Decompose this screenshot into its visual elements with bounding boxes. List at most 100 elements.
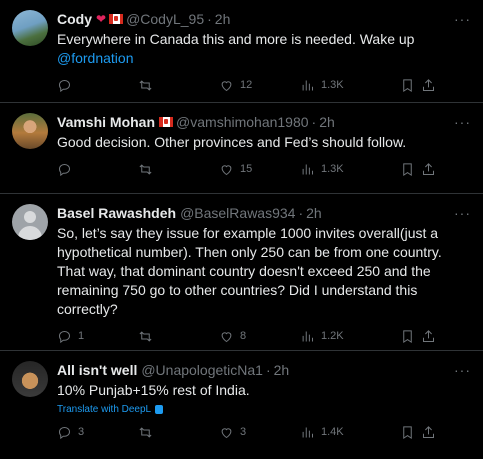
more-options-icon[interactable]: ··· bbox=[454, 11, 471, 27]
author-name[interactable]: Vamshi Mohan bbox=[57, 114, 155, 130]
share-button[interactable] bbox=[421, 162, 436, 177]
views-button[interactable]: 1.3K bbox=[300, 78, 400, 93]
reply-count: 3 bbox=[78, 426, 85, 438]
share-icon bbox=[423, 425, 434, 438]
reply-icon bbox=[58, 79, 71, 92]
bookmark-button[interactable] bbox=[400, 329, 421, 344]
author-handle[interactable]: @UnapologeticNa1 bbox=[141, 362, 263, 378]
avatar[interactable] bbox=[12, 361, 48, 397]
views-icon bbox=[302, 427, 313, 437]
like-icon bbox=[221, 164, 232, 175]
views-button[interactable]: 1.3K bbox=[300, 162, 400, 177]
reply-button[interactable]: 1 bbox=[57, 329, 138, 344]
share-icon bbox=[423, 329, 434, 342]
timestamp[interactable]: 2h bbox=[215, 11, 231, 27]
tweet-text: Good decision. Other provinces and Fed’s… bbox=[57, 134, 407, 150]
separator: · bbox=[311, 114, 317, 130]
retweet-icon bbox=[139, 426, 152, 438]
tweet-header: Cody ❤ @CodyL_95 · 2h bbox=[57, 10, 471, 28]
like-button[interactable]: 3 bbox=[219, 425, 300, 440]
bookmark-icon bbox=[403, 162, 412, 176]
share-icon bbox=[423, 162, 434, 175]
share-button[interactable] bbox=[421, 329, 436, 344]
views-button[interactable]: 1.4K bbox=[300, 425, 400, 440]
bookmark-icon bbox=[403, 78, 412, 92]
like-button[interactable]: 12 bbox=[219, 78, 300, 93]
like-button[interactable]: 15 bbox=[219, 162, 300, 177]
default-avatar-head bbox=[24, 211, 36, 223]
tweet-text: So, let’s say they issue for example 100… bbox=[57, 225, 442, 317]
retweet-button[interactable] bbox=[138, 162, 219, 177]
like-count: 3 bbox=[240, 426, 247, 438]
view-count: 1.3K bbox=[321, 163, 344, 175]
tweet-cody[interactable]: Cody ❤ @CodyL_95 · 2h ··· Everywhere in … bbox=[0, 0, 483, 103]
more-options-icon[interactable]: ··· bbox=[454, 362, 471, 378]
like-icon bbox=[221, 331, 232, 342]
reply-count: 1 bbox=[78, 330, 85, 342]
bookmark-button[interactable] bbox=[400, 425, 421, 440]
like-button[interactable]: 8 bbox=[219, 329, 300, 344]
tweet-all-isnt-well[interactable]: All isn't well @UnapologeticNa1 · 2h ···… bbox=[0, 351, 483, 459]
share-icon bbox=[423, 78, 434, 91]
like-count: 12 bbox=[240, 79, 253, 91]
retweet-button[interactable] bbox=[138, 78, 219, 93]
translate-link[interactable]: Translate with DeepL bbox=[57, 404, 471, 415]
author-handle[interactable]: @BaselRawas934 bbox=[180, 205, 295, 221]
reply-button[interactable] bbox=[57, 78, 138, 93]
tweet-text: Everywhere in Canada this and more is ne… bbox=[57, 30, 471, 68]
tweet-actions: 15 1.3K bbox=[57, 152, 471, 186]
bookmark-button[interactable] bbox=[400, 162, 421, 177]
view-count: 1.2K bbox=[321, 330, 344, 342]
retweet-button[interactable] bbox=[138, 425, 219, 440]
mention-link[interactable]: @fordnation bbox=[57, 49, 471, 68]
more-options-icon[interactable]: ··· bbox=[454, 205, 471, 221]
like-count: 15 bbox=[240, 163, 253, 175]
like-icon bbox=[221, 80, 232, 91]
author-handle[interactable]: @CodyL_95 bbox=[126, 11, 204, 27]
share-button[interactable] bbox=[421, 78, 436, 93]
reply-button[interactable]: 3 bbox=[57, 425, 138, 440]
views-button[interactable]: 1.2K bbox=[300, 329, 400, 344]
avatar[interactable] bbox=[12, 113, 48, 149]
tweet-body: Everywhere in Canada this and more is ne… bbox=[57, 31, 415, 47]
avatar[interactable] bbox=[12, 10, 48, 46]
tweet-actions: 1 8 1.2K bbox=[57, 319, 471, 353]
tweet-vamshi[interactable]: Vamshi Mohan @vamshimohan1980 · 2h ··· G… bbox=[0, 103, 483, 194]
deepl-icon bbox=[155, 405, 164, 414]
view-count: 1.4K bbox=[321, 426, 344, 438]
tweet-actions: 3 3 1.4K bbox=[57, 415, 471, 449]
timestamp[interactable]: 2h bbox=[319, 114, 335, 130]
reply-button[interactable] bbox=[57, 162, 138, 177]
retweet-icon bbox=[139, 163, 152, 175]
tweet-header: All isn't well @UnapologeticNa1 · 2h bbox=[57, 361, 471, 379]
reply-icon bbox=[58, 426, 71, 439]
translate-label[interactable]: Translate with DeepL bbox=[57, 404, 151, 415]
retweet-icon bbox=[139, 79, 152, 91]
more-options-icon[interactable]: ··· bbox=[454, 114, 471, 130]
tweet-header: Basel Rawashdeh @BaselRawas934 · 2h bbox=[57, 204, 471, 222]
retweet-button[interactable] bbox=[138, 329, 219, 344]
separator: · bbox=[298, 205, 304, 221]
timestamp[interactable]: 2h bbox=[274, 362, 290, 378]
canada-flag-icon bbox=[109, 14, 124, 24]
tweet-text: 10% Punjab+15% rest of India. bbox=[57, 382, 250, 398]
retweet-icon bbox=[139, 330, 152, 342]
default-avatar-body bbox=[18, 226, 42, 240]
avatar[interactable] bbox=[12, 204, 48, 240]
views-icon bbox=[302, 80, 313, 90]
like-count: 8 bbox=[240, 330, 247, 342]
tweet-actions: 12 1.3K bbox=[57, 68, 471, 102]
bookmark-button[interactable] bbox=[400, 78, 421, 93]
author-name[interactable]: All isn't well bbox=[57, 362, 137, 378]
tweet-header: Vamshi Mohan @vamshimohan1980 · 2h bbox=[57, 113, 471, 131]
view-count: 1.3K bbox=[321, 79, 344, 91]
timeline: Cody ❤ @CodyL_95 · 2h ··· Everywhere in … bbox=[0, 0, 483, 459]
author-name[interactable]: Cody bbox=[57, 11, 92, 27]
author-name[interactable]: Basel Rawashdeh bbox=[57, 205, 176, 221]
author-handle[interactable]: @vamshimohan1980 bbox=[176, 114, 309, 130]
tweet-basel[interactable]: Basel Rawashdeh @BaselRawas934 · 2h ··· … bbox=[0, 194, 483, 351]
views-icon bbox=[302, 331, 313, 341]
bookmark-icon bbox=[403, 329, 412, 343]
timestamp[interactable]: 2h bbox=[306, 205, 322, 221]
share-button[interactable] bbox=[421, 425, 436, 440]
